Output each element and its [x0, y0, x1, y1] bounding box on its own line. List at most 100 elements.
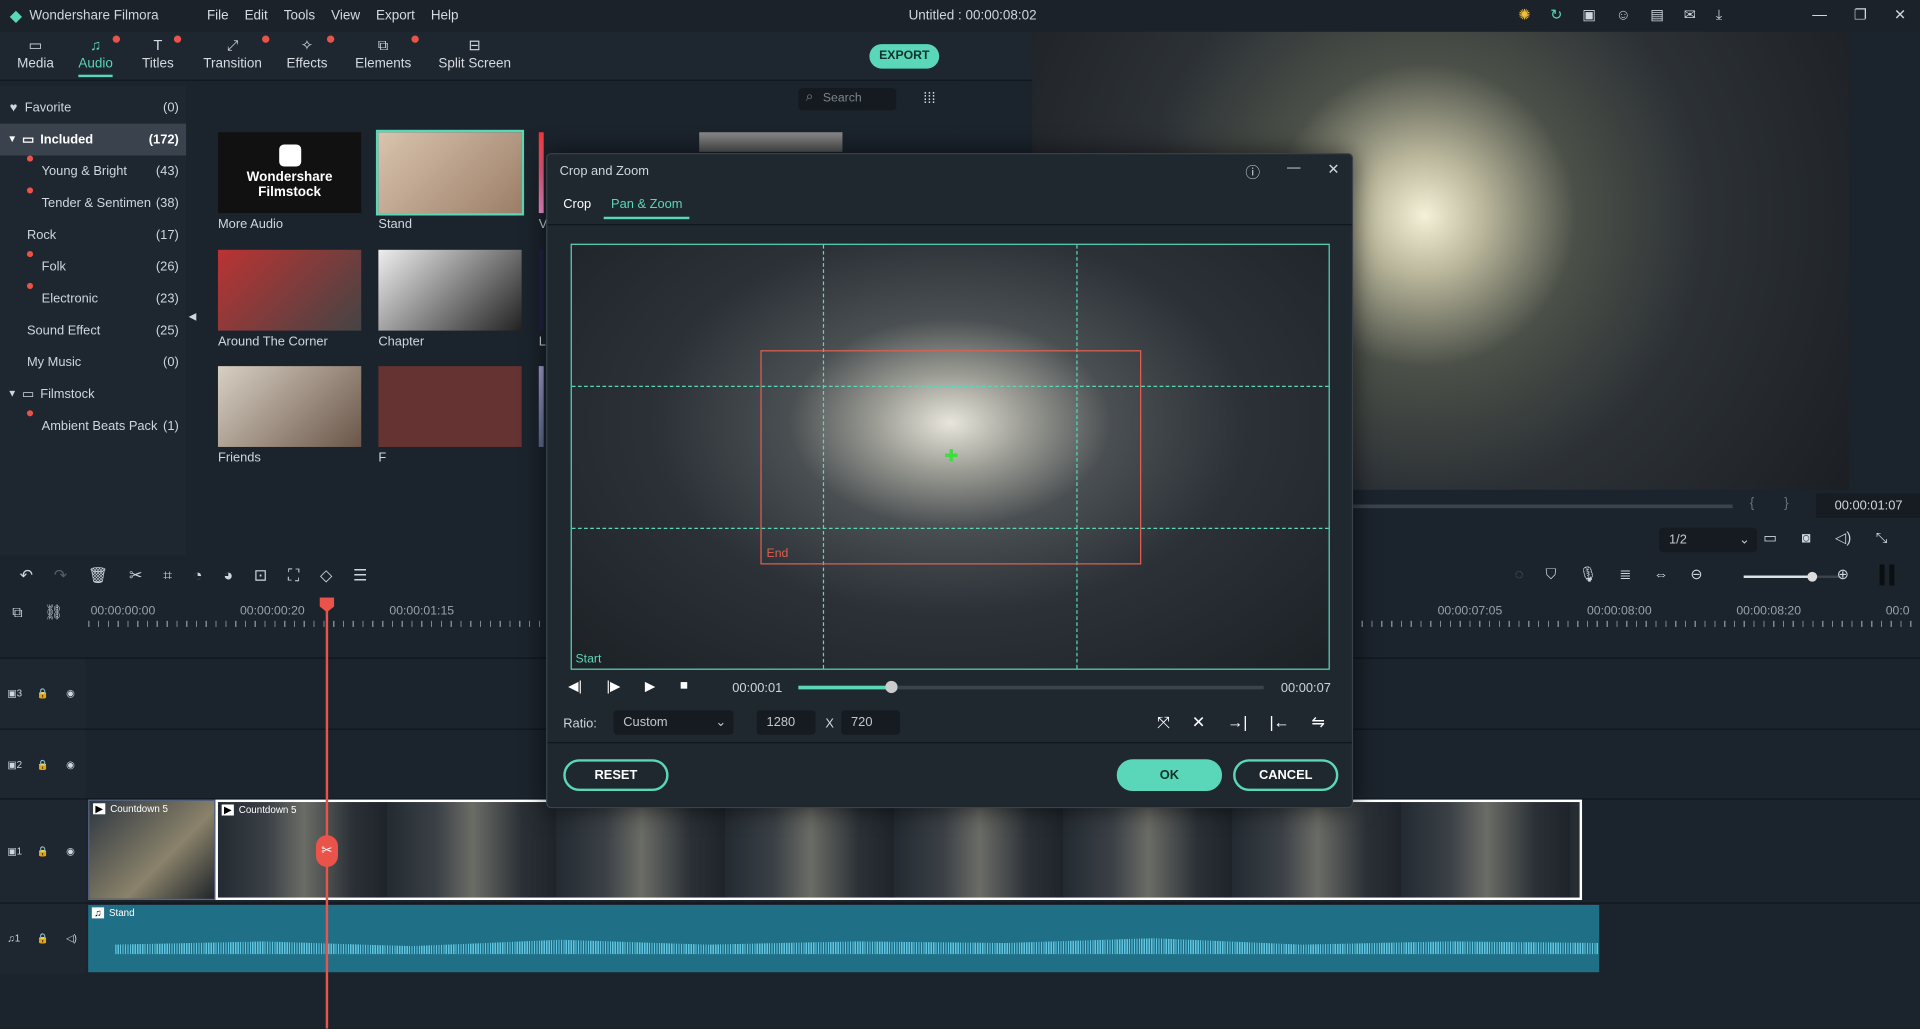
- menu-help[interactable]: Help: [431, 9, 459, 24]
- sidebar-item[interactable]: ▼ ▭ Included (172): [0, 123, 187, 156]
- undo-icon[interactable]: ↶: [20, 566, 33, 586]
- cut-icon[interactable]: ✂: [129, 566, 142, 586]
- headset-icon[interactable]: ↻: [1550, 6, 1562, 24]
- export-button[interactable]: EXPORT: [869, 44, 940, 69]
- library-thumbnail[interactable]: [538, 249, 544, 331]
- tab-titles[interactable]: T Titles: [142, 35, 182, 71]
- library-thumbnail[interactable]: Wondershare Filmstock: [217, 132, 362, 214]
- tab-elements[interactable]: ⧉ Elements: [355, 35, 419, 71]
- save-icon[interactable]: ▤: [1650, 6, 1664, 24]
- dialog-progress-slider[interactable]: [798, 680, 1264, 694]
- playhead[interactable]: [325, 597, 329, 1029]
- minimize-icon[interactable]: —: [1812, 6, 1827, 23]
- quality-dropdown[interactable]: 1/2 ⌄: [1659, 527, 1758, 553]
- tab-pan-zoom[interactable]: Pan & Zoom: [603, 197, 690, 220]
- tab-audio[interactable]: ♫ Audio: [78, 35, 121, 77]
- marker-icon[interactable]: ⛉: [1545, 566, 1556, 584]
- ok-button[interactable]: OK: [1116, 759, 1223, 792]
- preview-scrubber[interactable]: [1353, 504, 1733, 509]
- fit-timeline-icon[interactable]: ⇔: [1654, 566, 1669, 584]
- render-icon[interactable]: ◌: [1515, 566, 1524, 584]
- lock-icon[interactable]: 🔒: [37, 688, 49, 699]
- zoom-in-icon[interactable]: ⊕: [1837, 566, 1849, 583]
- height-input[interactable]: 720: [841, 710, 901, 735]
- color-icon[interactable]: ◕: [223, 566, 233, 586]
- library-thumbnail[interactable]: [217, 366, 362, 447]
- sidebar-item[interactable]: Rock (17): [0, 219, 186, 251]
- align-end-icon[interactable]: →|: [1227, 713, 1247, 733]
- sidebar-item[interactable]: Sound Effect (25): [0, 315, 186, 347]
- center-marker-icon[interactable]: ✚: [944, 446, 958, 467]
- lock-icon[interactable]: 🔒: [37, 759, 49, 770]
- audio-mixer-icon[interactable]: ☰: [353, 566, 367, 586]
- mark-in-icon[interactable]: {: [1750, 496, 1755, 511]
- video-clip[interactable]: ▶ Countdown 5: [88, 799, 216, 901]
- sidebar-item[interactable]: ▼ ▭ Filmstock: [0, 378, 186, 410]
- speed-icon[interactable]: ◔: [193, 566, 203, 586]
- zoom-slider[interactable]: [1743, 571, 1842, 582]
- gift-icon[interactable]: ▣: [1582, 6, 1596, 24]
- menu-file[interactable]: File: [207, 9, 229, 24]
- tab-effects[interactable]: ✧ Effects: [287, 35, 335, 71]
- tab-split-screen[interactable]: ⊟ Split Screen: [438, 37, 511, 71]
- zoom-slider-thumb[interactable]: [1807, 571, 1818, 582]
- sidebar-item[interactable]: ♥ Favorite (0): [0, 92, 186, 124]
- zoom-fit-icon[interactable]: ⛶: [288, 566, 299, 586]
- bulb-icon[interactable]: ✺: [1518, 6, 1530, 24]
- tab-transition[interactable]: ⤢ Transition: [203, 35, 270, 71]
- width-input[interactable]: 1280: [756, 710, 816, 735]
- library-thumbnail[interactable]: [538, 132, 544, 214]
- display-icon[interactable]: ▭: [1763, 529, 1777, 547]
- dialog-close-icon[interactable]: ✕: [1327, 160, 1339, 177]
- progress-thumb[interactable]: [885, 680, 898, 694]
- download-icon[interactable]: ⤓: [1716, 6, 1723, 24]
- lock-icon[interactable]: 🔒: [37, 846, 49, 857]
- swap-icon[interactable]: ✕: [1192, 713, 1205, 733]
- fullscreen-icon[interactable]: ⤡: [1876, 529, 1888, 547]
- audio-clip[interactable]: ♫ Stand: [88, 904, 1600, 973]
- volume-icon[interactable]: ◁): [1835, 529, 1851, 547]
- library-thumbnail[interactable]: [378, 249, 522, 331]
- green-screen-icon[interactable]: ⊡: [254, 566, 267, 586]
- account-icon[interactable]: ☺: [1616, 6, 1631, 24]
- menu-tools[interactable]: Tools: [284, 9, 315, 24]
- redo-icon[interactable]: ↷: [54, 566, 67, 586]
- restore-icon[interactable]: ❐: [1854, 6, 1867, 23]
- grid-view-icon[interactable]: ⁞⁞⁞: [923, 89, 935, 106]
- mic-icon[interactable]: 🎙: [1579, 566, 1598, 584]
- eye-icon[interactable]: ◉: [66, 759, 75, 770]
- ratio-dropdown[interactable]: Custom ⌄: [613, 710, 734, 735]
- dialog-minimize-icon[interactable]: —: [1287, 160, 1300, 175]
- eye-icon[interactable]: ◉: [66, 846, 75, 857]
- prev-frame-icon[interactable]: ◀|: [568, 678, 582, 695]
- reset-button[interactable]: RESET: [563, 759, 669, 792]
- library-thumbnail[interactable]: [538, 366, 544, 447]
- delete-icon[interactable]: 🗑: [88, 566, 108, 586]
- sidebar-item[interactable]: Electronic (23): [0, 282, 186, 315]
- close-icon[interactable]: ✕: [1894, 6, 1906, 23]
- play-icon[interactable]: ▶: [645, 678, 655, 695]
- sidebar-item[interactable]: Tender & Sentimen (38): [0, 187, 186, 219]
- eye-icon[interactable]: ◉: [66, 688, 75, 699]
- menu-export[interactable]: Export: [376, 9, 415, 24]
- library-thumbnail[interactable]: [378, 366, 522, 447]
- align-start-icon[interactable]: |←: [1269, 713, 1289, 733]
- link-icon[interactable]: ⛓: [44, 604, 63, 621]
- library-thumbnail[interactable]: [217, 249, 362, 331]
- fit-icon[interactable]: ⤧: [1157, 713, 1170, 733]
- swap-start-end-icon[interactable]: ⇋: [1312, 713, 1325, 733]
- cancel-button[interactable]: CANCEL: [1233, 759, 1339, 792]
- menu-edit[interactable]: Edit: [245, 9, 268, 24]
- speaker-icon[interactable]: ◁): [66, 933, 77, 944]
- tab-crop[interactable]: Crop: [563, 197, 591, 212]
- sidebar-item[interactable]: Ambient Beats Pack (1): [0, 410, 186, 442]
- video-clip-selected[interactable]: ▶ Countdown 5: [215, 799, 1583, 901]
- add-track-icon[interactable]: ⧉: [12, 604, 23, 622]
- library-thumbnail[interactable]: [375, 129, 525, 216]
- tab-media[interactable]: ▭ Media: [17, 37, 54, 71]
- sidebar-item[interactable]: Young & Bright (43): [0, 155, 186, 188]
- next-frame-icon[interactable]: |▶: [607, 678, 621, 695]
- keyframe-icon[interactable]: ◇: [320, 566, 332, 586]
- crop-icon[interactable]: ⌗: [163, 566, 172, 586]
- split-scissors-icon[interactable]: ✂: [315, 835, 338, 867]
